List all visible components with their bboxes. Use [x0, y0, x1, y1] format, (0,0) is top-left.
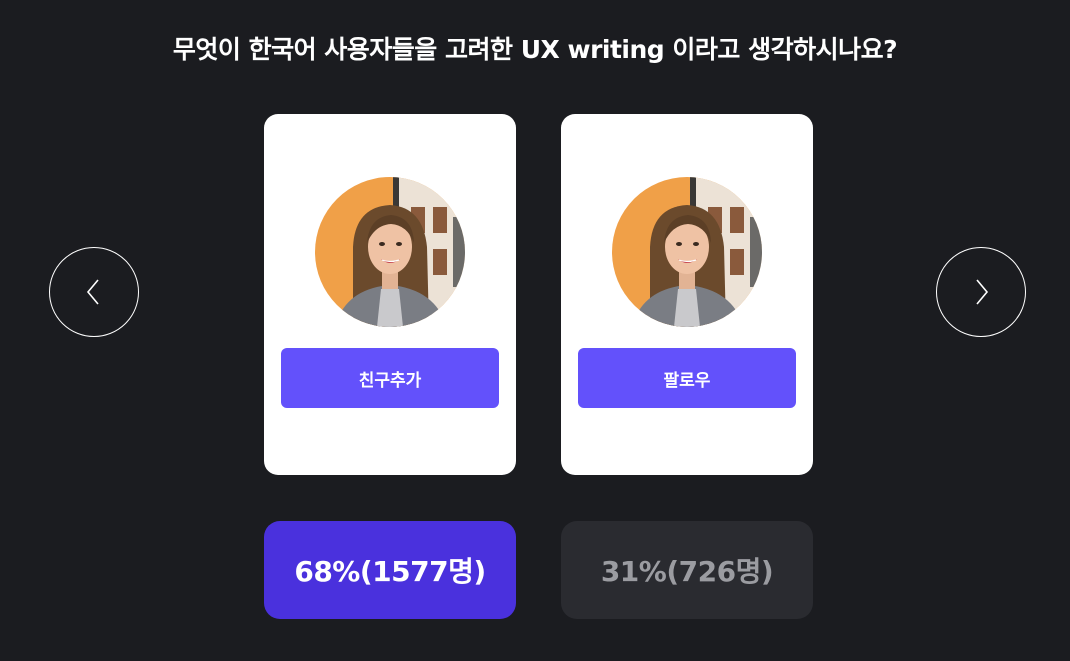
result-option-2[interactable]: 31%(726명): [561, 521, 813, 619]
follow-button[interactable]: 팔로우: [578, 348, 796, 408]
profile-photo: [315, 177, 465, 327]
option-card-2: 팔로우: [561, 114, 813, 475]
avatar: [612, 177, 762, 327]
option-card-1: 친구추가: [264, 114, 516, 475]
add-friend-button[interactable]: 친구추가: [281, 348, 499, 408]
next-button[interactable]: [936, 247, 1026, 337]
profile-photo: [612, 177, 762, 327]
chevron-left-icon: [86, 279, 99, 305]
result-option-1[interactable]: 68%(1577명): [264, 521, 516, 619]
avatar: [315, 177, 465, 327]
prev-button[interactable]: [49, 247, 139, 337]
chevron-right-icon: [976, 279, 989, 305]
poll-page: 무엇이 한국어 사용자들을 고려한 UX writing 이라고 생각하시나요?: [0, 0, 1070, 661]
poll-question: 무엇이 한국어 사용자들을 고려한 UX writing 이라고 생각하시나요?: [172, 35, 898, 64]
